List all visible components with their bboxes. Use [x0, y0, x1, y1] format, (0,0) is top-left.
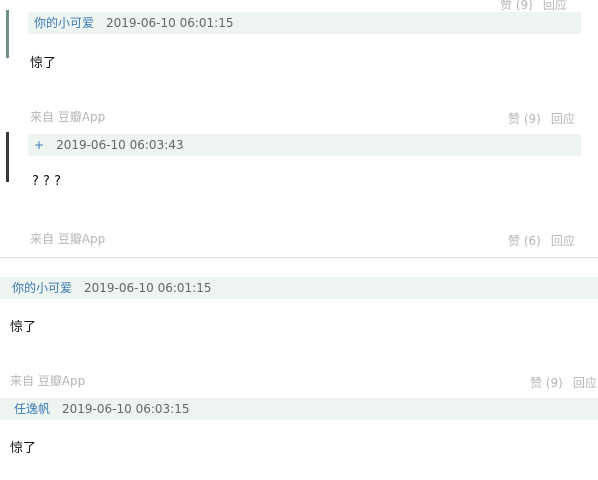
avatar-strip [6, 10, 9, 58]
user-name[interactable]: 你的小可爱 [12, 281, 72, 295]
comment-actions: 赞 (6) 回应 [508, 232, 575, 249]
plus-icon[interactable]: + [34, 138, 44, 152]
timestamp: 2019-06-10 06:03:43 [56, 138, 184, 152]
avatar-strip [6, 132, 9, 182]
reply-button[interactable]: 回应 [543, 0, 567, 12]
reply-button[interactable]: 回应 [551, 234, 575, 248]
comment-text: 惊了 [30, 56, 57, 71]
timestamp: 2019-06-10 06:01:15 [106, 16, 234, 30]
comment-actions: 赞 (9) 回应 [530, 374, 597, 391]
reply-button[interactable]: 回应 [551, 112, 575, 126]
like-button[interactable]: 赞 (9) [508, 112, 541, 126]
comment-text: ? ? ? [32, 174, 61, 189]
comment-text: 惊了 [10, 441, 37, 456]
reply-button[interactable]: 回应 [573, 376, 597, 390]
timestamp: 2019-06-10 06:01:15 [84, 281, 212, 295]
comment-source: 来自 豆瓣App [30, 232, 106, 246]
like-button[interactable]: 赞 (9) [500, 0, 533, 12]
comment-meta: 你的小可爱 2019-06-10 06:01:15 [0, 277, 598, 299]
comment-meta: 你的小可爱 2019-06-10 06:01:15 [28, 12, 581, 34]
user-name[interactable]: 你的小可爱 [34, 16, 94, 30]
comment-actions: 赞 (9) 回应 [508, 110, 575, 127]
comment-meta: +2019-06-10 06:03:43 [28, 134, 581, 156]
comment-source: 来自 豆瓣App [10, 374, 86, 388]
comment-source: 来自 豆瓣App [30, 110, 106, 124]
comment-meta: 任逸帆 2019-06-10 06:03:15 [0, 398, 598, 420]
comment-text: 惊了 [10, 320, 37, 335]
like-button[interactable]: 赞 (9) [530, 376, 563, 390]
timestamp: 2019-06-10 06:03:15 [62, 402, 190, 416]
user-name[interactable]: 任逸帆 [14, 402, 50, 416]
like-button[interactable]: 赞 (6) [508, 234, 541, 248]
divider [0, 257, 598, 258]
